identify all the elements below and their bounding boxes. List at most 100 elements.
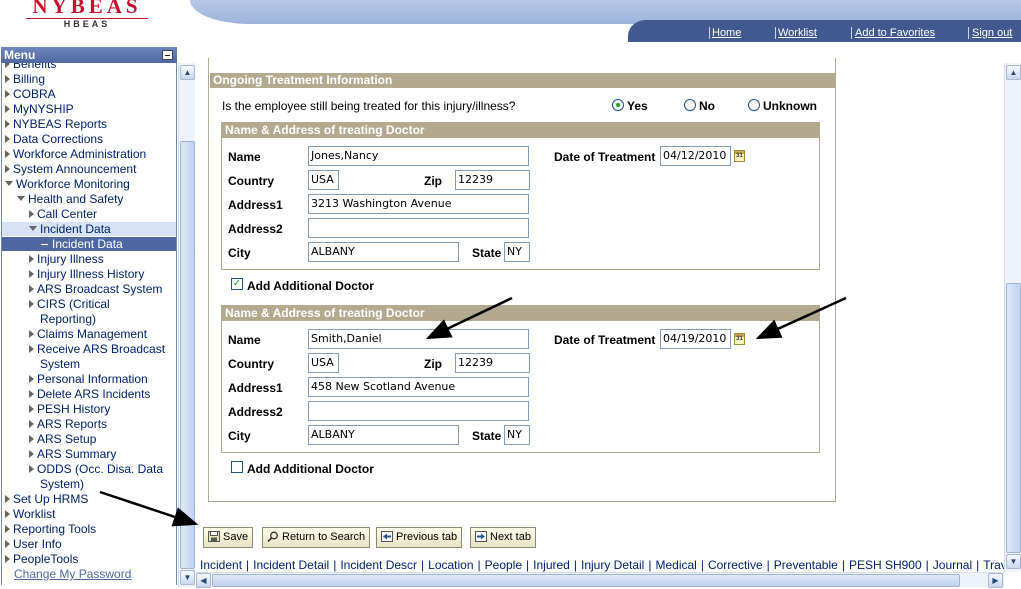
doctor-2-zip-input[interactable]: 12239 [455,353,530,373]
tab-link[interactable]: Incident Detail [253,558,329,572]
save-icon [208,531,220,542]
sidebar-item-label: ARS Setup [37,432,97,446]
doctor-1-address2-input[interactable] [308,218,529,238]
sidebar-item[interactable]: ARS Summary [2,447,116,461]
sidebar-item[interactable]: Claims Management [2,327,147,341]
doctor-2-calendar-icon[interactable] [734,333,745,345]
doctor-1-calendar-icon[interactable] [734,150,745,162]
doctor-1-date-input[interactable]: 04/12/2010 [660,146,731,166]
next-tab-button[interactable]: Next tab [470,527,536,548]
sidebar-item[interactable]: MyNYSHIP [2,102,74,116]
scroll-up-icon[interactable]: ▲ [180,65,195,80]
sidebar-item[interactable]: Workforce Monitoring [2,177,130,191]
radio-yes[interactable] [612,99,624,111]
doctor-1-name-input[interactable]: Jones,Nancy [308,146,529,166]
doctor-1-add-doctor-checkbox[interactable]: ✓ [231,278,243,290]
return-to-search-label: Return to Search [282,531,366,543]
tab-link[interactable]: Injury Detail [581,558,644,572]
doctor-1-state-input[interactable]: NY [504,242,530,262]
sidebar-item-continuation[interactable]: Reporting) [2,312,96,326]
tab-link[interactable]: PESH SH900 [849,558,922,572]
sidebar-item[interactable]: Incident Data [2,222,176,236]
sidebar-item[interactable]: NYBEAS Reports [2,117,107,131]
scroll-up-icon[interactable]: ▲ [1006,65,1021,80]
sidebar-item[interactable]: User Info [2,537,62,551]
sidebar-item[interactable]: ARS Broadcast System [2,282,162,296]
sidebar-item[interactable]: Workforce Administration [2,147,146,161]
doctor-1-zip-label: Zip [424,174,442,188]
sidebar-item[interactable]: Delete ARS Incidents [2,387,150,401]
scroll-down-icon[interactable]: ▼ [1006,554,1021,569]
sidebar-item[interactable]: Benefits [2,63,56,71]
menu-collapse-icon[interactable] [162,50,173,60]
return-to-search-button[interactable]: Return to Search [262,527,371,548]
collapsed-triangle-icon [29,255,34,263]
nav-home-link[interactable]: Home [712,27,741,39]
sidebar-item[interactable]: Data Corrections [2,132,103,146]
content-scroll-thumb[interactable] [1006,283,1021,553]
sidebar-item[interactable]: Billing [2,72,45,86]
sidebar-item-continuation[interactable]: System [2,357,80,371]
doctor-1-country-input[interactable]: USA [308,170,339,190]
doctor-2-city-input[interactable]: ALBANY [308,425,459,445]
tab-link[interactable]: Corrective [708,558,763,572]
sidebar-item[interactable]: Set Up HRMS [2,492,88,506]
sidebar-item[interactable]: ARS Reports [2,417,107,431]
sidebar-item[interactable]: Call Center [2,207,97,221]
sidebar-item[interactable]: Incident Data [2,237,176,251]
doctor-2-address2-input[interactable] [308,401,529,421]
radio-unknown-label: Unknown [763,99,817,113]
scroll-right-icon[interactable]: ▶ [988,573,1003,588]
sidebar-item[interactable]: Receive ARS Broadcast [2,342,165,356]
tab-link[interactable]: Preventable [774,558,838,572]
sidebar-item[interactable]: ODDS (Occ. Disa. Data [2,462,163,476]
tab-link[interactable]: Incident [200,558,242,572]
sidebar-item[interactable]: Reporting Tools [2,522,96,536]
doctor-2-date-input[interactable]: 04/19/2010 [660,329,731,349]
sidebar-item[interactable]: COBRA [2,87,56,101]
tab-link[interactable]: People [485,558,522,572]
menu-title-bar: Menu [1,47,177,63]
tab-link[interactable]: Location [428,558,473,572]
sidebar-item[interactable]: Injury Illness [2,252,104,266]
doctor-2-state-input[interactable]: NY [504,425,530,445]
menu-scrollbar[interactable]: ▲ ▼ [178,63,195,587]
content-scrollbar[interactable]: ▲ ▼ [1004,63,1021,572]
sidebar-item[interactable]: PESH History [2,402,110,416]
tab-link[interactable]: Medical [655,558,696,572]
nav-worklist-link[interactable]: Worklist [778,27,817,39]
scroll-down-icon[interactable]: ▼ [180,570,195,585]
content-horizontal-scrollbar[interactable]: ◀ ▶ [196,572,1004,588]
horizontal-scroll-thumb[interactable] [212,574,960,587]
sidebar-item[interactable]: Health and Safety [2,192,123,206]
sidebar-item[interactable]: Worklist [2,507,55,521]
sidebar-item[interactable]: System Announcement [2,162,136,176]
tab-link[interactable]: Injured [533,558,570,572]
doctor-1-city-input[interactable]: ALBANY [308,242,459,262]
sidebar-item-continuation[interactable]: System) [2,477,84,491]
nav-add-favorites-link[interactable]: Add to Favorites [855,27,935,39]
radio-no[interactable] [684,99,696,111]
sidebar-item[interactable]: ARS Setup [2,432,96,446]
radio-unknown[interactable] [748,99,760,111]
doctor-2-address1-input[interactable]: 458 New Scotland Avenue [308,377,529,397]
sidebar-item[interactable]: Injury Illness History [2,267,144,281]
doctor-2-country-input[interactable]: USA [308,353,339,373]
sidebar-item-label: Call Center [37,207,98,221]
sidebar-item[interactable]: CIRS (Critical [2,297,110,311]
sidebar-item[interactable]: Change My Password [2,567,131,581]
tab-link[interactable]: Incident Descr [340,558,417,572]
menu-scroll-thumb[interactable] [180,141,195,569]
sidebar-item[interactable]: PeopleTools [2,552,78,566]
scroll-left-icon[interactable]: ◀ [196,573,211,588]
doctor-1-address1-input[interactable]: 3213 Washington Avenue [308,194,529,214]
doctor-2-add-doctor-checkbox[interactable] [231,461,243,473]
tab-link[interactable]: Travel [983,558,1004,572]
previous-tab-button[interactable]: Previous tab [376,527,463,548]
doctor-1-zip-input[interactable]: 12239 [455,170,530,190]
save-button[interactable]: Save [203,527,254,548]
doctor-2-name-input[interactable]: Smith,Daniel [308,329,529,349]
sidebar-item[interactable]: Personal Information [2,372,148,386]
nav-signout-link[interactable]: Sign out [972,27,1012,39]
tab-link[interactable]: Journal [933,558,972,572]
